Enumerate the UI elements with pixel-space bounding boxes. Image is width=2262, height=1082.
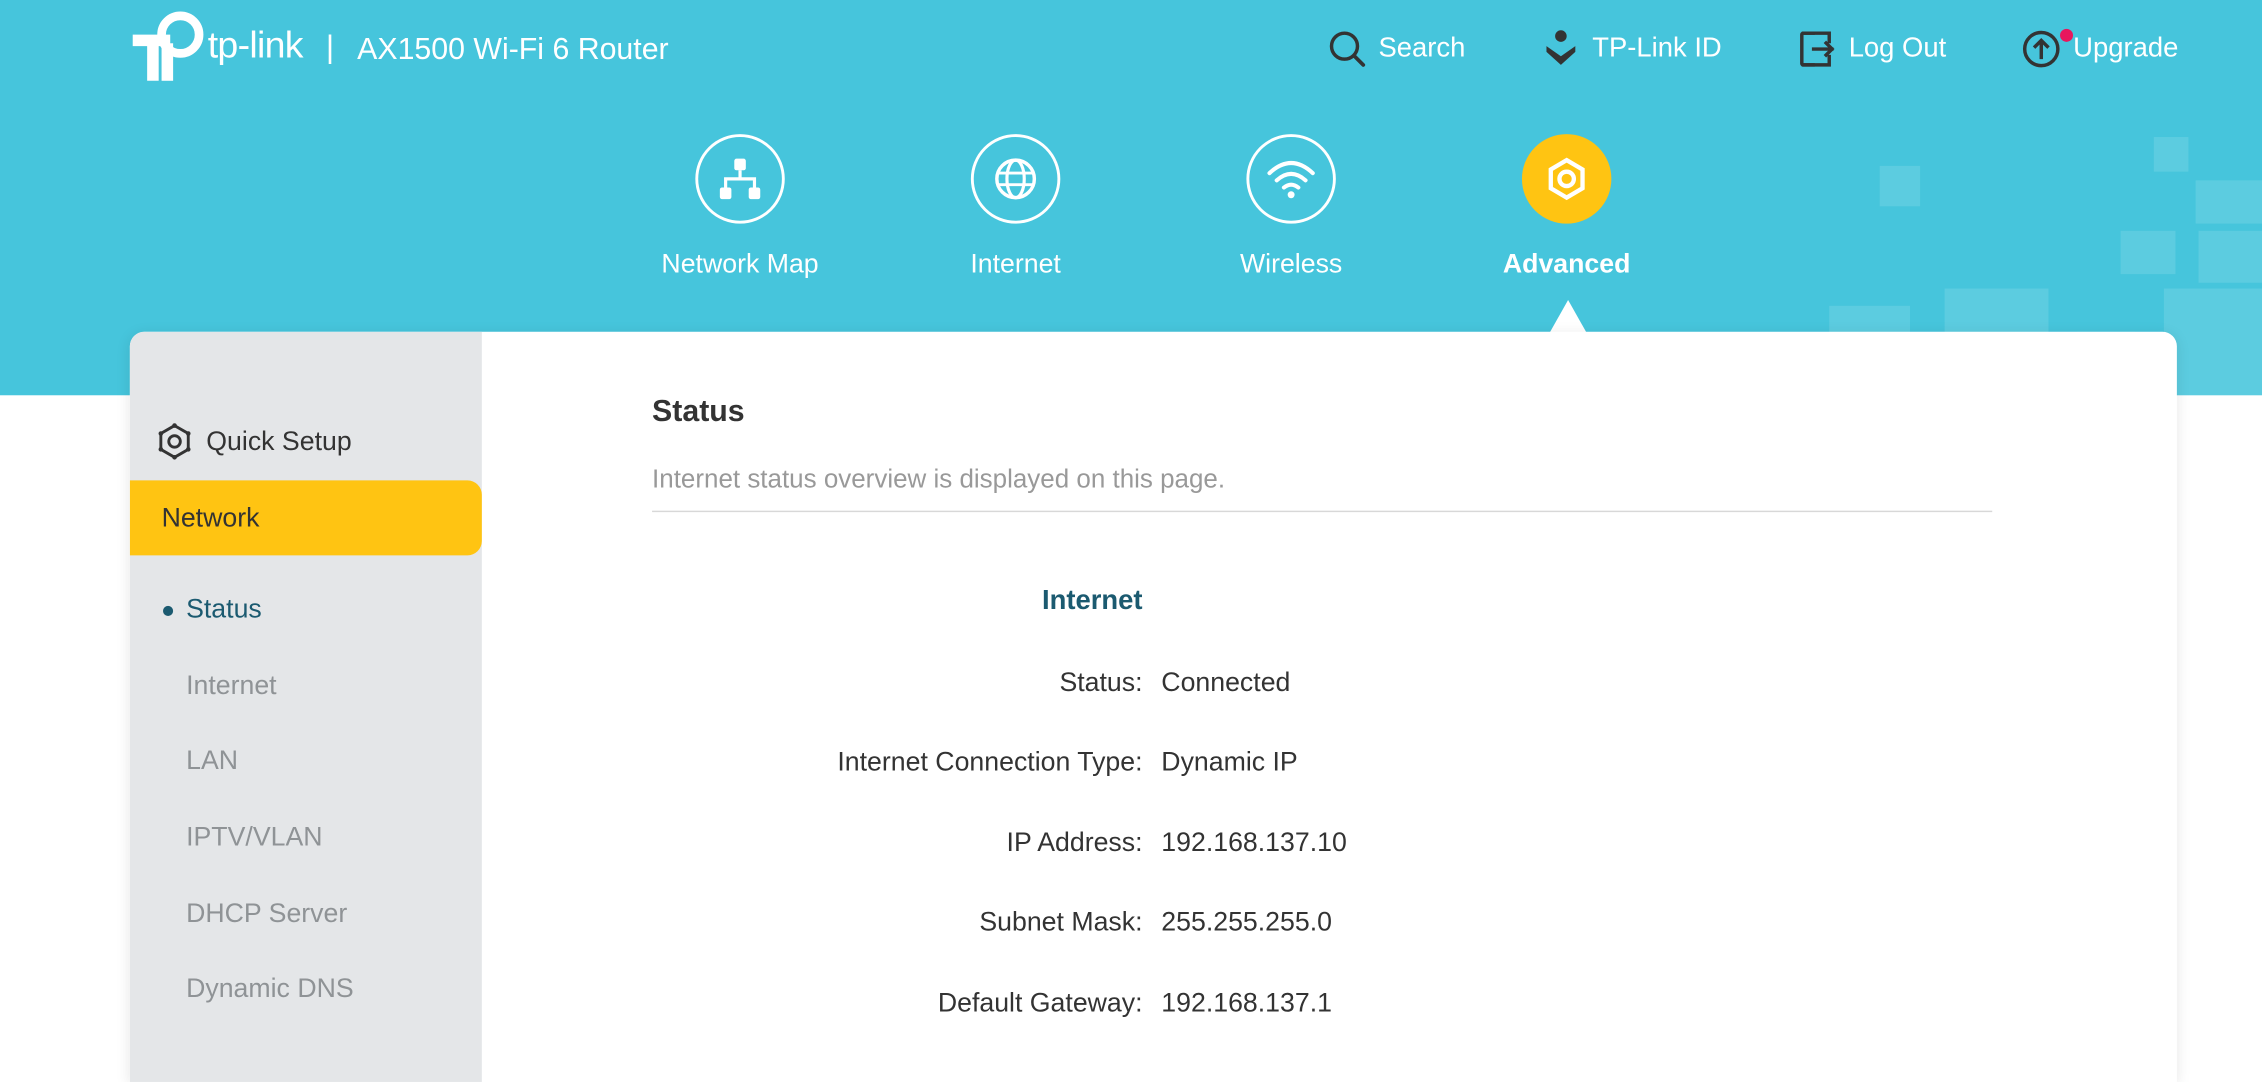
search-button[interactable]: Search <box>1327 29 1466 69</box>
ip-address-row: IP Address: 192.168.137.10 <box>652 827 1994 862</box>
wifi-icon-circle <box>1246 134 1336 224</box>
title-divider <box>652 510 1993 513</box>
sidebar-item-dhcp-server[interactable]: DHCP Server <box>186 897 347 929</box>
tab-advanced-label: Advanced <box>1502 248 1631 279</box>
upgrade-label: Upgrade <box>2073 33 2179 64</box>
gear-icon <box>1548 157 1585 201</box>
search-label: Search <box>1378 33 1466 64</box>
sidebar-item-status[interactable]: Status <box>186 593 262 625</box>
sidebar-section-network[interactable]: Network <box>129 480 482 556</box>
page-title: Status <box>652 395 745 429</box>
tab-wireless[interactable]: Wireless <box>1176 134 1407 280</box>
brand-logo[interactable]: tp-link | AX1500 Wi-Fi 6 Router <box>130 11 669 87</box>
ip-address-value: 192.168.137.10 <box>1161 826 1347 857</box>
upgrade-icon-wrap <box>2021 28 2074 69</box>
content-panel: Quick Setup Network Status Internet LAN … <box>129 331 2177 1082</box>
section-heading-internet: Internet <box>1042 585 1143 616</box>
network-map-icon-circle <box>695 134 785 224</box>
product-name: AX1500 Wi-Fi 6 Router <box>357 33 669 67</box>
user-id-icon <box>1546 30 1575 65</box>
default-gateway-value: 192.168.137.1 <box>1161 986 1332 1018</box>
top-nav: Search TP-Link ID Log Out Upgrade <box>1252 28 2179 69</box>
subnet-mask-row: Subnet Mask: 255.255.255.0 <box>652 906 1994 941</box>
sidebar: Quick Setup Network Status Internet LAN … <box>129 331 482 1082</box>
logo-text: tp-link <box>207 22 304 66</box>
sidebar-item-quick-setup[interactable]: Quick Setup <box>156 423 352 461</box>
globe-icon <box>995 158 1037 200</box>
quick-setup-label: Quick Setup <box>206 425 352 456</box>
sidebar-item-lan[interactable]: LAN <box>186 744 238 776</box>
default-gateway-row: Default Gateway: 192.168.137.1 <box>652 987 1994 1022</box>
connection-type-row: Internet Connection Type: Dynamic IP <box>652 746 1994 781</box>
tp-link-logo-icon <box>132 11 204 81</box>
logout-button[interactable]: Log Out <box>1797 29 1946 69</box>
logout-label: Log Out <box>1848 33 1947 64</box>
status-value: Connected <box>1161 666 1291 697</box>
sidebar-item-dynamic-dns[interactable]: Dynamic DNS <box>186 972 354 1004</box>
page-description: Internet status overview is displayed on… <box>652 464 1226 494</box>
active-tab-pointer <box>1549 300 1587 334</box>
notification-badge <box>2060 28 2074 42</box>
gear-icon-circle <box>1521 134 1612 224</box>
network-map-icon <box>719 158 761 200</box>
status-row: Status: Connected <box>652 666 1994 701</box>
tab-wireless-label: Wireless <box>1239 248 1343 279</box>
subnet-mask-value: 255.255.255.0 <box>1161 905 1332 937</box>
default-gateway-key: Default Gateway: <box>937 986 1143 1018</box>
subnet-mask-key: Subnet Mask: <box>979 905 1143 937</box>
globe-icon-circle <box>970 134 1061 224</box>
connection-type-key: Internet Connection Type: <box>837 745 1143 777</box>
sidebar-item-internet[interactable]: Internet <box>186 669 277 701</box>
network-section-label: Network <box>161 502 260 533</box>
tab-advanced[interactable]: Advanced <box>1451 134 1682 280</box>
logo-separator: | <box>325 28 335 65</box>
search-icon <box>1329 31 1365 67</box>
wifi-icon <box>1267 161 1315 199</box>
connection-type-value: Dynamic IP <box>1161 745 1298 777</box>
tp-link-id-label: TP-Link ID <box>1592 33 1722 64</box>
tab-network-map-label: Network Map <box>661 248 819 279</box>
upgrade-button[interactable]: Upgrade <box>2021 28 2179 69</box>
tab-internet[interactable]: Internet <box>900 134 1131 280</box>
sidebar-item-iptv-vlan[interactable]: IPTV/VLAN <box>186 821 322 853</box>
status-key: Status: <box>1059 666 1143 697</box>
upgrade-icon <box>2023 30 2060 68</box>
tab-network-map[interactable]: Network Map <box>625 134 856 280</box>
quick-setup-gear-icon <box>158 423 191 460</box>
tp-link-id-button[interactable]: TP-Link ID <box>1540 29 1722 69</box>
active-item-bullet <box>163 605 174 616</box>
ip-address-key: IP Address: <box>1006 826 1143 857</box>
tab-internet-label: Internet <box>970 248 1061 279</box>
main-nav: Network Map Internet Wireless Advanced <box>0 134 2262 307</box>
logout-icon <box>1799 31 1834 67</box>
